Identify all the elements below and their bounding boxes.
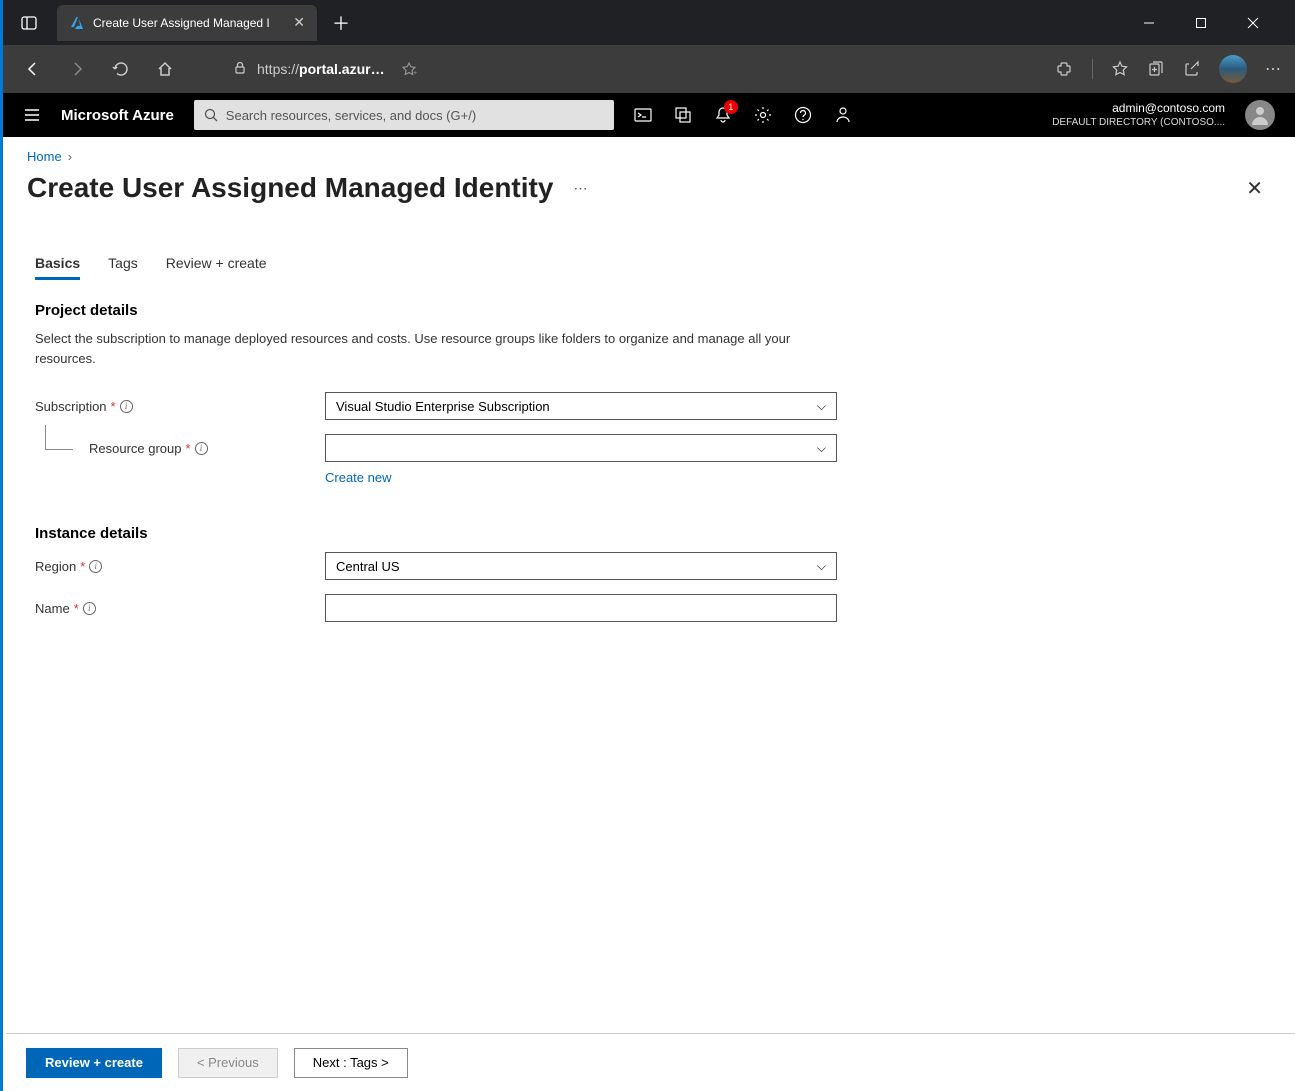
toolbar-divider [1092,59,1093,79]
url-bar[interactable]: https://portal.azur… + [225,61,425,77]
tab-actions-icon[interactable] [11,5,47,41]
region-row: Region* i Central US ⌵ [27,552,1271,580]
azure-favicon [69,15,85,31]
azure-brand[interactable]: Microsoft Azure [61,107,174,124]
previous-button: < Previous [178,1048,278,1078]
info-icon[interactable]: i [195,442,208,455]
breadcrumb: Home › [27,149,1271,164]
azure-search[interactable]: Search resources, services, and docs (G+… [194,100,614,130]
share-icon[interactable] [1183,60,1201,78]
browser-profile-avatar[interactable] [1219,55,1247,83]
resource-group-row: Resource group* i ⌵ [27,434,1271,462]
url-text: https://portal.azur… [257,61,385,77]
window-controls [1143,17,1287,29]
browser-tab[interactable]: Create User Assigned Managed I ✕ [57,5,317,41]
review-create-button[interactable]: Review + create [26,1048,162,1078]
info-icon[interactable]: i [83,602,96,615]
minimize-button[interactable] [1143,17,1171,29]
portal-body: Home › Create User Assigned Managed Iden… [3,137,1295,1033]
region-value: Central US [336,559,400,574]
more-menu-icon[interactable]: ⋯ [1265,59,1283,79]
search-icon [204,108,218,122]
page-title: Create User Assigned Managed Identity [27,172,553,204]
settings-icon[interactable] [754,106,772,124]
account-email: admin@contoso.com [1052,101,1225,117]
breadcrumb-home[interactable]: Home [27,149,62,164]
notifications-icon[interactable]: 1 [714,106,732,124]
chevron-down-icon: ⌵ [817,559,826,574]
subscription-dropdown[interactable]: Visual Studio Enterprise Subscription ⌵ [325,392,837,420]
directories-icon[interactable] [674,106,692,124]
project-details-desc: Select the subscription to manage deploy… [35,329,805,368]
resource-group-dropdown[interactable]: ⌵ [325,434,837,462]
azure-header: Microsoft Azure Search resources, servic… [3,93,1295,137]
tab-review[interactable]: Review + create [166,249,267,280]
chevron-right-icon: › [68,149,72,164]
browser-toolbar: https://portal.azur… + ⋯ [3,45,1295,93]
browser-titlebar: Create User Assigned Managed I ✕ ＋ [3,0,1295,45]
create-new-link[interactable]: Create new [325,470,1271,485]
account-directory: DEFAULT DIRECTORY (CONTOSO.... [1052,116,1225,129]
close-blade-icon[interactable]: ✕ [1246,176,1271,201]
chevron-down-icon: ⌵ [817,399,826,414]
search-placeholder: Search resources, services, and docs (G+… [226,108,476,123]
extensions-icon[interactable] [1056,60,1074,78]
name-input[interactable] [325,594,837,622]
region-label: Region* i [35,559,325,574]
refresh-button[interactable] [103,51,139,87]
new-tab-button[interactable]: ＋ [325,7,357,39]
tab-title: Create User Assigned Managed I [93,16,270,30]
project-details-title: Project details [35,302,1271,319]
favorites-icon[interactable] [1111,60,1129,78]
subscription-row: Subscription* i Visual Studio Enterprise… [27,392,1271,420]
footer-bar: Review + create < Previous Next : Tags > [6,1033,1295,1091]
region-dropdown[interactable]: Central US ⌵ [325,552,837,580]
lock-icon [233,61,249,77]
account-avatar[interactable] [1245,100,1275,130]
info-icon[interactable]: i [120,400,133,413]
favorite-icon[interactable]: + [401,61,417,77]
maximize-button[interactable] [1195,17,1223,29]
subscription-value: Visual Studio Enterprise Subscription [336,399,550,414]
home-button[interactable] [147,51,183,87]
name-row: Name* i [27,594,1271,622]
help-icon[interactable] [794,106,812,124]
account-info[interactable]: admin@contoso.com DEFAULT DIRECTORY (CON… [1052,101,1225,130]
tab-close-icon[interactable]: ✕ [293,14,305,31]
hamburger-icon[interactable] [23,106,41,124]
page-title-row: Create User Assigned Managed Identity ⋯ … [27,172,1271,204]
instance-details-title: Instance details [35,525,1271,542]
forward-button[interactable] [59,51,95,87]
next-button[interactable]: Next : Tags > [294,1048,408,1078]
feedback-icon[interactable] [834,106,852,124]
collections-icon[interactable] [1147,60,1165,78]
tab-tags[interactable]: Tags [108,249,138,280]
cloud-shell-icon[interactable] [634,106,652,124]
info-icon[interactable]: i [89,560,102,573]
name-label: Name* i [35,601,325,616]
notification-badge: 1 [724,100,738,114]
close-window-button[interactable] [1247,17,1275,29]
subscription-label: Subscription* i [35,399,325,414]
chevron-down-icon: ⌵ [817,441,826,456]
tab-basics[interactable]: Basics [35,249,80,280]
svg-text:+: + [413,70,417,77]
resource-group-label: Resource group* i [35,441,325,456]
back-button[interactable] [15,51,51,87]
more-actions-icon[interactable]: ⋯ [573,180,589,197]
tabs: Basics Tags Review + create [27,249,1271,280]
